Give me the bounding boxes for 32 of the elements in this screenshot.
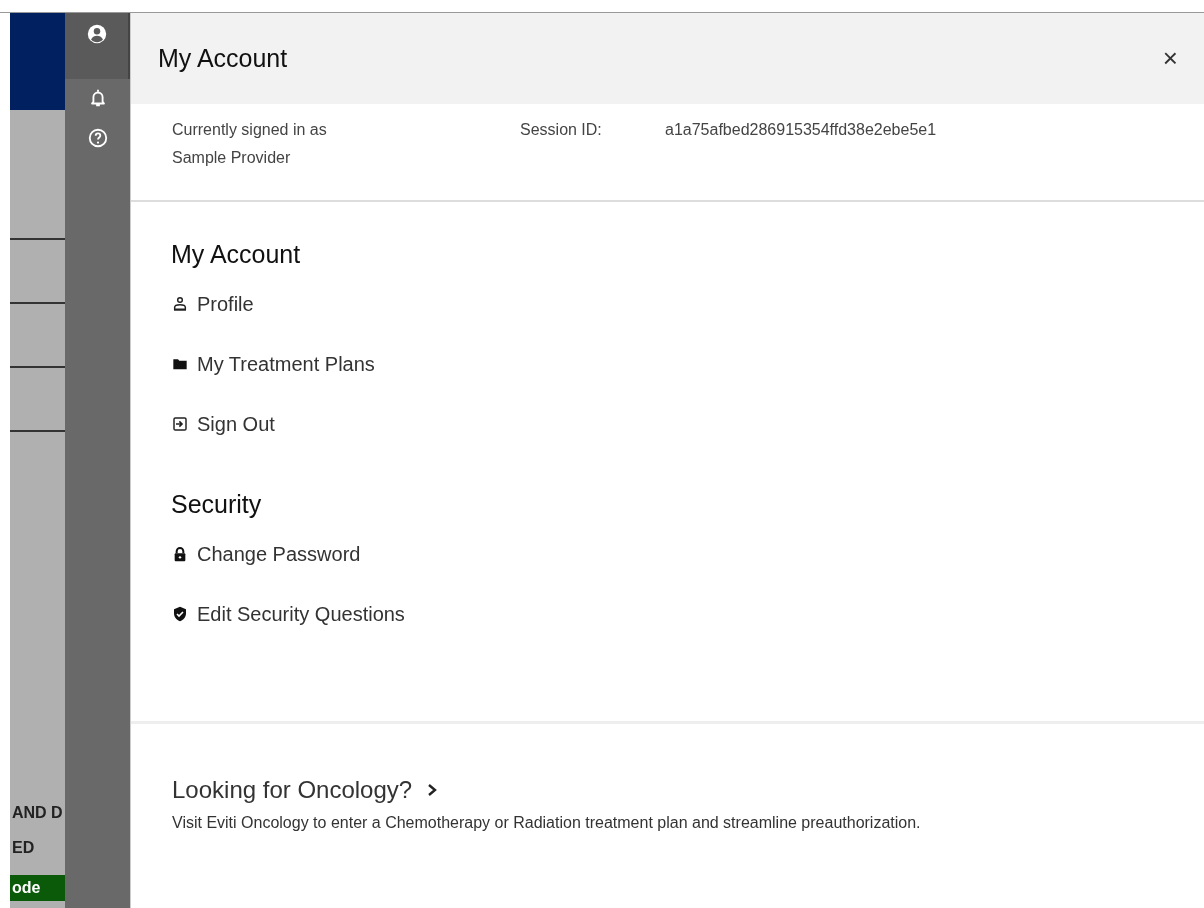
folder-icon xyxy=(172,356,188,372)
person-icon xyxy=(172,296,188,312)
action-button[interactable]: ode xyxy=(10,875,65,901)
chevron-icon xyxy=(426,783,439,797)
menu-item[interactable]: Profile xyxy=(172,274,254,334)
menu-item[interactable]: Change Password xyxy=(172,524,361,584)
session-id: a1a75afbed286915354ffd38e2ebe5e1 xyxy=(665,120,938,140)
table-text: ED xyxy=(11,838,36,858)
session-label: Session ID: xyxy=(520,120,603,140)
panel-title: My Account xyxy=(158,44,288,73)
menu-item[interactable]: Edit Security Questions xyxy=(172,584,405,644)
menu-item-label: My Treatment Plans xyxy=(197,352,375,376)
close-button[interactable]: × xyxy=(1158,43,1182,74)
section-heading: My Account xyxy=(171,239,302,270)
table-text: AND D xyxy=(11,803,64,823)
menu-item-label: Sign Out xyxy=(197,412,275,436)
section-heading: Security xyxy=(171,489,263,520)
lock-icon xyxy=(172,546,188,562)
menu-item-label: Edit Security Questions xyxy=(197,602,405,626)
menu-item[interactable]: My Treatment Plans xyxy=(172,334,375,394)
signed-in-label: Currently signed in as xyxy=(172,120,328,140)
menu-item[interactable]: Sign Out xyxy=(172,394,275,454)
promo-link[interactable]: Looking for Oncology? xyxy=(172,776,413,804)
help-icon xyxy=(86,127,109,149)
user-name: Sample Provider xyxy=(172,148,292,168)
menu-item-label: Change Password xyxy=(197,542,361,566)
shield-check-icon xyxy=(172,606,188,622)
user-icon xyxy=(85,23,108,45)
promo-description: Visit Eviti Oncology to enter a Chemotherapy or Radiation treatment plan and streamline preauthorization. xyxy=(172,813,922,833)
menu-item-label: Profile xyxy=(197,292,254,316)
sign-out-icon xyxy=(172,416,188,432)
sidebar-button[interactable] xyxy=(65,13,130,79)
